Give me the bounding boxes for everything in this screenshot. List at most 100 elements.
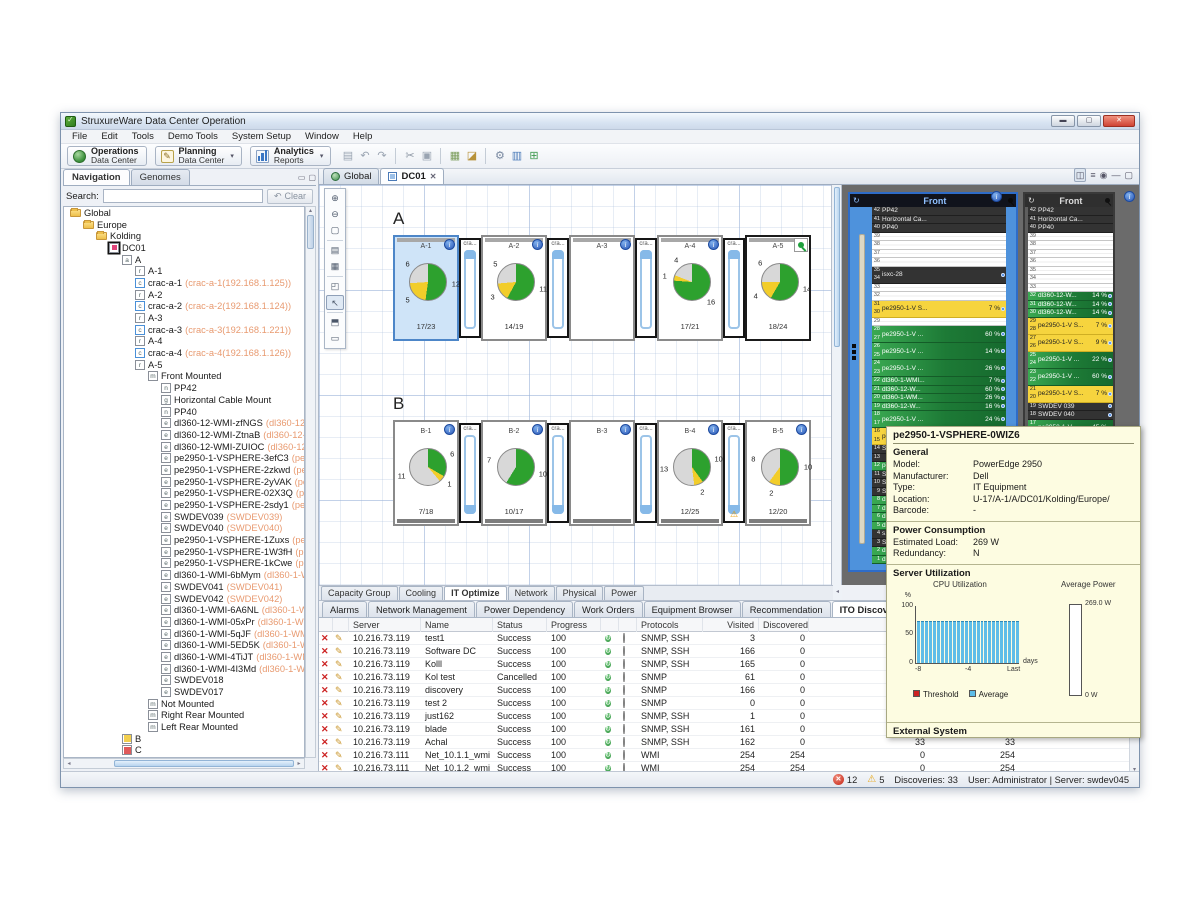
rack-unit[interactable]: 3130pe2950-1-V S...7 % (872, 301, 1006, 318)
perspective-icon[interactable]: ◉ (1100, 169, 1108, 181)
view-tab-power[interactable]: Power (604, 586, 644, 600)
info-icon[interactable]: i (532, 424, 543, 435)
rack-b-2[interactable]: B-2i10710/17 (481, 420, 547, 526)
crac-unit[interactable]: cra... (723, 238, 745, 338)
bottom-tab-work-orders[interactable]: Work Orders (574, 601, 643, 617)
delete-icon[interactable]: ✕ (319, 698, 333, 709)
add-area-icon[interactable]: ▭ (326, 331, 344, 346)
paste-icon[interactable]: ▣ (418, 148, 435, 165)
rerun-icon[interactable]: ↻ (605, 687, 611, 694)
cut-icon[interactable]: ✂ (401, 148, 418, 165)
crac-unit[interactable]: cra... (547, 423, 569, 523)
minimize-button[interactable]: ▬ (1051, 115, 1075, 127)
rack-unit[interactable]: 41Horizontal Ca... (1028, 216, 1113, 225)
crac-unit[interactable]: cra... (459, 423, 481, 523)
editor-tab-dc01[interactable]: DC01✕ (380, 168, 444, 184)
delete-icon[interactable]: ✕ (319, 633, 333, 644)
tree-item-dl360-1-wmi-5ed5k[interactable]: edl360-1-WMI-5ED5K(dl360-1-WMI-5ED5K) (64, 639, 304, 651)
tree-item-dl360-12-wmi-zfngs[interactable]: edl360-12-WMI-zfNGS(dl360-12-WMI-zfNGS) (64, 417, 304, 429)
rack-unit[interactable]: 38 (872, 241, 1006, 250)
rack-b-1[interactable]: B-1i61117/18 (393, 420, 459, 526)
rack-unit[interactable]: 2120pe2950-1-V S...7 % (1028, 386, 1113, 403)
select-tool-icon[interactable]: ↖ (326, 295, 344, 310)
menu-edit[interactable]: Edit (94, 131, 124, 142)
price-tag-icon[interactable]: ◪ (463, 148, 480, 165)
tree-item-pe2950-1-vsphere-2sdy1[interactable]: epe2950-1-VSPHERE-2sdy1(pe2950-1-VSPHERE… (64, 499, 304, 511)
tree-item-pe2950-1-vsphere-1kcwe[interactable]: epe2950-1-VSPHERE-1kCwe(pe2950-1-VSPHERE… (64, 558, 304, 570)
tree-item-dl360-1-wmi-4tijt[interactable]: edl360-1-WMI-4TiJT(dl360-1-WMI-4TiJT) (64, 651, 304, 663)
pin-icon[interactable] (1008, 198, 1013, 203)
tree-item-dl360-1-wmi-5qjf[interactable]: edl360-1-WMI-5qJF(dl360-1-WMI-5qx) (64, 628, 304, 640)
undo-icon[interactable]: ↶ (356, 148, 373, 165)
view-tab-network[interactable]: Network (508, 586, 555, 600)
delete-icon[interactable]: ✕ (319, 685, 333, 696)
snapshot-icon[interactable]: ▦ (326, 259, 344, 274)
bottom-tab-network-management[interactable]: Network Management (368, 601, 475, 617)
tree-item-dc01[interactable]: DC01 (64, 242, 304, 254)
rack-unit[interactable]: 2524pe2950-1-V ...22 % (1028, 352, 1113, 369)
tree-item-pe2950-1-vsphere-02x3q[interactable]: epe2950-1-VSPHERE-02X3Q(pe2950-1-VSPHERE… (64, 488, 304, 500)
tree-item-swdev039[interactable]: eSWDEV039(SWDEV039) (64, 511, 304, 523)
stop-icon[interactable] (623, 711, 625, 721)
bottom-tab-power-dependency[interactable]: Power Dependency (476, 601, 573, 617)
rack-b-3[interactable]: B-3i (569, 420, 635, 526)
rack-unit[interactable]: 36 (872, 258, 1006, 267)
rack-unit[interactable]: 32dl360-12-W...14 % (1028, 292, 1113, 301)
add-rack-icon[interactable]: ⬒ (326, 315, 344, 330)
info-icon[interactable]: i (991, 191, 1002, 202)
rack-unit[interactable]: 2827pe2950-1-V ...60 % (872, 326, 1006, 343)
rack-unit[interactable]: 30dl360-12-W...14 % (1028, 309, 1113, 318)
delete-icon[interactable]: ✕ (319, 672, 333, 683)
bottom-tab-equipment-browser[interactable]: Equipment Browser (644, 601, 741, 617)
tree-item-dl360-1-wmi-4i3md[interactable]: edl360-1-WMI-4I3Md(dl360-1-WMI-4I3Md) (64, 663, 304, 675)
refresh-icon[interactable]: ↻ (853, 196, 860, 205)
menu-file[interactable]: File (65, 131, 94, 142)
rerun-icon[interactable]: ↻ (605, 752, 611, 759)
tree-item-pe2950-1-vsphere-2zkwd[interactable]: epe2950-1-VSPHERE-2zkwd(pe2950-1-VSPHERE… (64, 464, 304, 476)
bottom-tab-alarms[interactable]: Alarms (322, 601, 367, 617)
editor-layout-icon[interactable]: ◫ (1074, 168, 1087, 182)
rerun-icon[interactable]: ↻ (605, 739, 611, 746)
tree-item-horizontal-cable-mount[interactable]: gHorizontal Cable Mount (64, 394, 304, 406)
rack-unit[interactable]: 33 (1028, 284, 1113, 293)
view-tab-it-optimize[interactable]: IT Optimize (444, 586, 507, 600)
info-icon[interactable]: i (708, 239, 719, 250)
info-icon[interactable]: i (444, 239, 455, 250)
rerun-icon[interactable]: ↻ (605, 713, 611, 720)
rack-unit[interactable]: 41Horizontal Ca... (872, 216, 1006, 225)
stop-icon[interactable] (623, 633, 625, 643)
dropdown-arrow-icon[interactable]: ▾ (320, 152, 324, 160)
info-icon[interactable]: i (708, 424, 719, 435)
rerun-icon[interactable]: ↻ (605, 674, 611, 681)
edit-icon[interactable]: ✎ (333, 646, 349, 657)
tab-genomes[interactable]: Genomes (131, 169, 190, 185)
info-icon[interactable]: i (1124, 191, 1135, 202)
editor-tab-global[interactable]: Global (323, 168, 379, 184)
canvas-vertical-scrollbar[interactable] (833, 185, 842, 585)
rack-unit[interactable]: 2928pe2950-1-V S...7 % (1028, 318, 1113, 335)
stop-icon[interactable] (623, 750, 625, 760)
delete-icon[interactable]: ✕ (319, 724, 333, 735)
tree-item-global[interactable]: Global (64, 207, 304, 219)
rack-unit[interactable]: 32 (872, 292, 1006, 301)
edit-icon[interactable]: ✎ (333, 711, 349, 722)
tree-item-swdev042[interactable]: eSWDEV042(SWDEV042) (64, 593, 304, 605)
tree-item-crac-a-2[interactable]: ccrac-a-2(crac-a-2(192.168.1.124)) (64, 301, 304, 313)
rack-unit[interactable]: 35 (1028, 267, 1113, 276)
rack-unit[interactable]: 37 (1028, 250, 1113, 259)
tree-item-a-5[interactable]: rA-5 (64, 359, 304, 371)
crac-unit[interactable]: cra... (547, 238, 569, 338)
menu-tools[interactable]: Tools (125, 131, 161, 142)
crac-unit[interactable]: cra... (459, 238, 481, 338)
edit-icon[interactable]: ✎ (333, 672, 349, 683)
tree-item-pp42[interactable]: nPP42 (64, 382, 304, 394)
rerun-icon[interactable]: ↻ (605, 635, 611, 642)
tree-item-a-3[interactable]: rA-3 (64, 312, 304, 324)
tree-item-pe2950-1-vsphere-2yvak[interactable]: epe2950-1-VSPHERE-2yVAK(pe2950-1-VSPHERE… (64, 476, 304, 488)
tree-item-a[interactable]: aA (64, 254, 304, 266)
rack-unit[interactable]: 31dl360-12-W...14 % (1028, 301, 1113, 310)
rack-unit[interactable]: 39 (1028, 233, 1113, 242)
tree-horizontal-scrollbar[interactable]: ◂▸ (63, 758, 305, 769)
floor-plan-canvas[interactable]: ⊕⊖▢▤▦◰↖⬒▭ AA-1i125617/23cra...A-2i113514… (319, 185, 832, 600)
rack-unit[interactable]: 3534isxc-28 (872, 267, 1006, 284)
